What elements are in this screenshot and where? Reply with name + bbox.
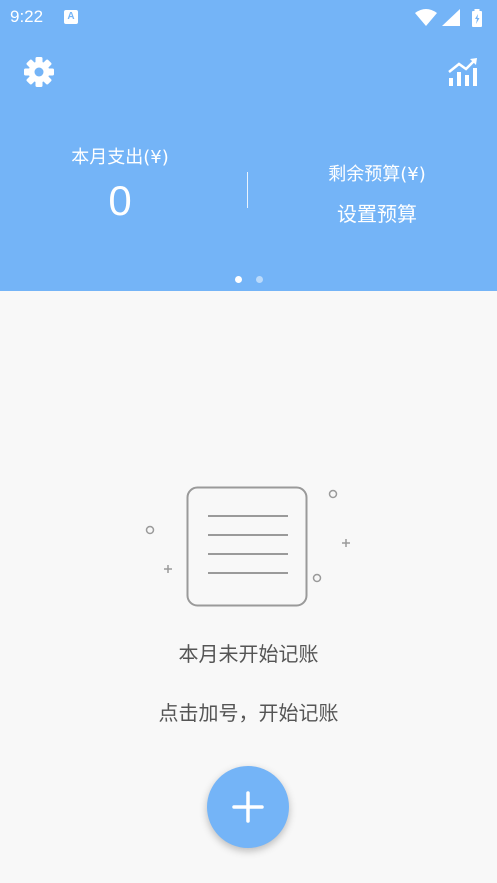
budget-panel: 剩余预算(¥) 设置预算 [257,160,497,227]
monthly-expense-value: 0 [108,177,132,224]
wifi-icon [415,9,437,26]
notification-icon: A [64,10,78,24]
page-indicator [0,268,497,287]
statistics-button[interactable] [446,56,480,88]
set-budget-button[interactable]: 设置预算 [257,198,497,227]
empty-illustration [140,480,360,610]
status-time: 9:22 [10,7,44,26]
monthly-expense-label: 本月支出(¥) [71,147,169,168]
empty-state-hint: 点击加号，开始记账 [158,701,339,725]
battery-icon [472,9,482,27]
empty-state-title: 本月未开始记账 [178,642,319,666]
document-icon [145,486,350,607]
status-icons [415,8,487,32]
status-bar: 9:22 A [0,0,497,34]
signal-icon [442,9,460,26]
monthly-expense-panel: 本月支出(¥) 0 [0,143,240,225]
add-record-button[interactable] [207,766,289,848]
divider [247,172,248,208]
page-dot-active [234,276,242,283]
remaining-budget-label: 剩余预算(¥) [328,164,426,185]
page-dot [255,276,263,283]
summary-header: 9:22 A 本月支出(¥) 0 剩余预算(¥) 设置预算 [0,0,497,291]
gear-icon [24,57,54,87]
settings-button[interactable] [22,55,56,89]
chart-icon [448,58,477,86]
plus-icon [232,791,264,823]
